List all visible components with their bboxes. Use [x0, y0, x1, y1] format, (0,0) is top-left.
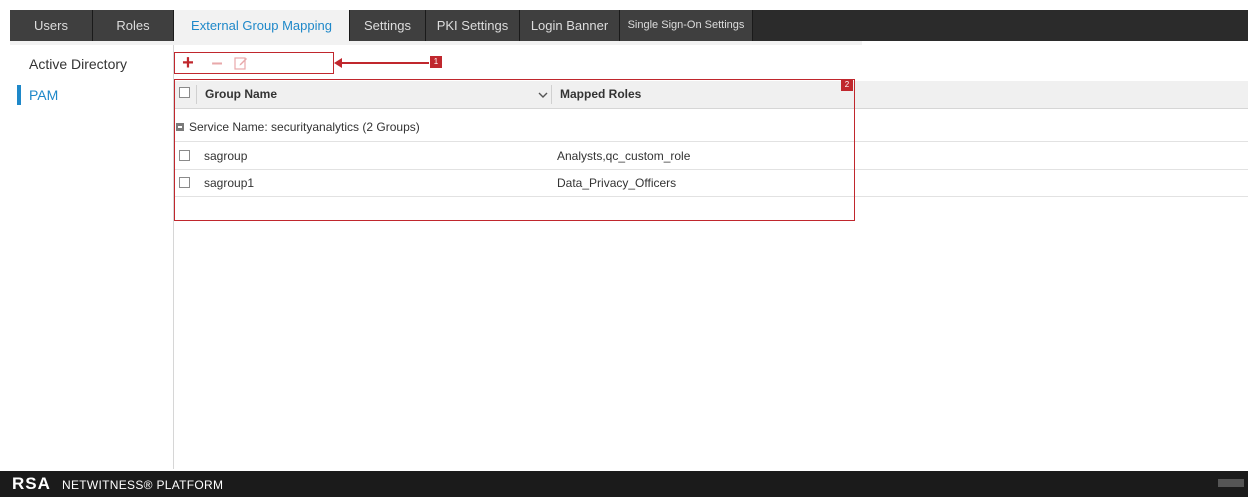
footer: RSA NETWITNESS® PLATFORM [0, 471, 1248, 497]
group-row[interactable]: Service Name: securityanalytics (2 Group… [174, 113, 1248, 142]
tab-pki-settings[interactable]: PKI Settings [426, 10, 520, 41]
column-separator [196, 85, 197, 104]
select-all-checkbox[interactable] [179, 87, 190, 98]
group-name-cell: sagroup1 [204, 176, 255, 190]
column-header-group-name[interactable]: Group Name [205, 81, 277, 108]
sidebar: Active Directory PAM [10, 45, 174, 469]
version-label [1218, 479, 1244, 487]
sidebar-item-active-directory[interactable]: Active Directory [10, 52, 173, 76]
row-checkbox[interactable] [179, 177, 190, 188]
plus-icon[interactable]: + [179, 53, 197, 73]
tab-bar: Users Roles External Group Mapping Setti… [10, 10, 1248, 43]
callout-badge-2: 2 [841, 79, 853, 91]
callout-badge-1: 1 [430, 56, 442, 68]
tab-settings[interactable]: Settings [350, 10, 426, 41]
group-name-cell: sagroup [204, 149, 248, 163]
chevron-down-icon[interactable] [538, 90, 548, 100]
table-row[interactable]: sagroup1 Data_Privacy_Officers [174, 170, 1248, 197]
tab-roles[interactable]: Roles [93, 10, 174, 41]
grid-toolbar: + – [174, 52, 334, 74]
minus-icon[interactable]: – [208, 53, 226, 73]
row-checkbox[interactable] [179, 150, 190, 161]
tab-single-sign-on-settings[interactable]: Single Sign-On Settings [620, 10, 753, 41]
tab-external-group-mapping[interactable]: External Group Mapping [174, 10, 350, 43]
sidebar-item-label: PAM [29, 87, 59, 103]
selection-indicator [17, 85, 21, 105]
group-mapping-grid: Group Name Mapped Roles Service Name: se… [174, 81, 1248, 221]
grid-header: Group Name Mapped Roles [174, 81, 1248, 109]
platform-name: NETWITNESS® PLATFORM [62, 478, 224, 492]
rsa-logo: RSA [12, 474, 51, 493]
tab-users[interactable]: Users [10, 10, 93, 41]
group-label: Service Name: securityanalytics (2 Group… [189, 120, 420, 134]
table-row[interactable]: sagroup Analysts,qc_custom_role [174, 143, 1248, 170]
sidebar-item-pam[interactable]: PAM [10, 83, 173, 107]
tab-login-banner[interactable]: Login Banner [520, 10, 620, 41]
edit-icon[interactable] [232, 54, 250, 72]
column-header-mapped-roles[interactable]: Mapped Roles [560, 81, 641, 108]
callout-line [338, 62, 429, 64]
collapse-icon[interactable] [176, 123, 184, 131]
mapped-roles-cell: Data_Privacy_Officers [557, 176, 677, 190]
mapped-roles-cell: Analysts,qc_custom_role [557, 149, 691, 163]
column-separator [551, 85, 552, 104]
sidebar-item-label: Active Directory [29, 56, 128, 72]
